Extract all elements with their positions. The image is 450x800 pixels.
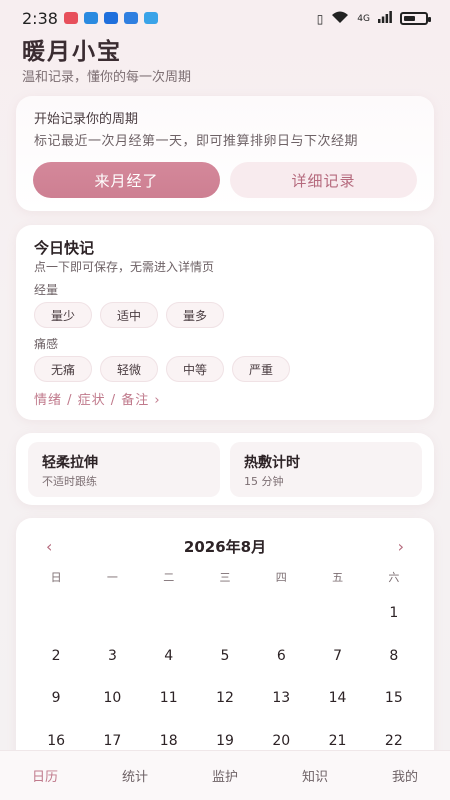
mood-symptom-notes-link[interactable]: 情绪 / 症状 / 备注 › [34,389,161,408]
tool-name: 热敷计时 [244,455,300,471]
calendar-day[interactable]: 3 [84,635,140,678]
calendar-day[interactable]: 4 [141,635,197,678]
pain-option-severe[interactable]: 严重 [232,356,290,382]
nav-profile[interactable]: 我的 [360,751,450,800]
nav-guardian[interactable]: 监护 [180,751,270,800]
status-time: 2:38 [22,9,58,28]
calendar-day[interactable]: 2 [28,635,84,678]
calendar-blank-cell [309,592,365,635]
flow-option-medium[interactable]: 适中 [100,302,158,328]
detailed-record-button[interactable]: 详细记录 [230,162,417,198]
calendar-day[interactable]: 8 [366,635,422,678]
flow-option-light[interactable]: 量少 [34,302,92,328]
tool-desc: 不适时跟练 [42,475,97,488]
tool-name: 轻柔拉伸 [42,455,98,471]
calendar-day[interactable]: 11 [141,677,197,720]
pain-option-mild[interactable]: 轻微 [100,356,158,382]
pain-label: 痛感 [34,337,59,351]
calendar-day[interactable]: 7 [309,635,365,678]
calendar-day[interactable]: 6 [253,635,309,678]
calendar-day[interactable]: 1 [366,592,422,635]
calendar-blank-cell [84,592,140,635]
app-title: 暖月小宝 [22,39,122,65]
app-notification-icon [104,12,118,24]
pain-option-moderate[interactable]: 中等 [166,356,224,382]
network-type-label: 4G [357,13,370,24]
start-card-description: 标记最近一次月经第一天，即可推算排卵日与下次经期 [34,134,359,149]
calendar-blank-cell [141,592,197,635]
pain-options: 无痛 轻微 中等 严重 [34,356,290,382]
weekday-label: 二 [163,571,175,584]
tool-desc: 15 分钟 [244,475,284,488]
calendar-day[interactable]: 5 [197,635,253,678]
heat-pack-timer-tool[interactable]: 热敷计时 15 分钟 [230,442,422,497]
nav-stats[interactable]: 统计 [90,751,180,800]
weekday-label: 一 [106,571,118,584]
start-tracking-card: 开始记录你的周期 标记最近一次月经第一天，即可推算排卵日与下次经期 来月经了 详… [16,96,434,211]
app-subtitle: 温和记录，懂你的每一次周期 [22,70,192,85]
mail-notification-icon [64,12,78,24]
calendar-blank-cell [197,592,253,635]
signal-icon [378,11,392,26]
nav-knowledge[interactable]: 知识 [270,751,360,800]
wifi-icon [331,10,349,27]
weekday-label: 五 [332,571,344,584]
notification-icons [64,12,158,24]
flow-options: 量少 适中 量多 [34,302,224,328]
calendar-day[interactable]: 10 [84,677,140,720]
weekday-label: 日 [50,571,62,584]
chat-notification-icon [124,12,138,24]
send-notification-icon [84,12,98,24]
flow-label: 经量 [34,283,59,297]
status-bar: 2:38 ▯ 4G [0,0,450,36]
calendar-day[interactable]: 12 [197,677,253,720]
battery-level [404,16,415,21]
calendar-grid: 1 2 3 4 5 6 7 8 9 10 11 12 13 14 15 16 17 18 19 20 21 22 [28,592,422,762]
period-started-button[interactable]: 来月经了 [33,162,220,198]
next-month-button[interactable]: › [398,537,404,556]
calendar-month-label: 2026年8月 [183,538,267,556]
battery-icon [400,12,431,25]
tools-card: 轻柔拉伸 不适时跟练 热敷计时 15 分钟 [16,433,434,505]
calendar-day[interactable]: 13 [253,677,309,720]
browser-notification-icon [144,12,158,24]
weekday-header: 日一二三四五六 [28,569,422,585]
quick-note-hint: 点一下即可保存，无需进入详情页 [34,260,215,274]
weekday-label: 四 [275,571,287,584]
pain-option-none[interactable]: 无痛 [34,356,92,382]
calendar-day[interactable]: 9 [28,677,84,720]
gentle-stretch-tool[interactable]: 轻柔拉伸 不适时跟练 [28,442,220,497]
flow-option-heavy[interactable]: 量多 [166,302,224,328]
weekday-label: 三 [219,571,231,584]
calendar-blank-cell [253,592,309,635]
nav-calendar[interactable]: 日历 [0,751,90,800]
quick-note-title: 今日快记 [34,239,95,257]
bottom-nav: 日历 统计 监护 知识 我的 [0,750,450,800]
start-card-title: 开始记录你的周期 [34,112,139,127]
calendar-blank-cell [28,592,84,635]
weekday-label: 六 [388,571,400,584]
quick-note-card: 今日快记 点一下即可保存，无需进入详情页 经量 量少 适中 量多 痛感 无痛 轻… [16,225,434,420]
calendar-day[interactable]: 14 [309,677,365,720]
status-indicators: ▯ 4G [316,10,431,27]
calendar-day[interactable]: 15 [366,677,422,720]
vibrate-icon: ▯ [316,11,324,26]
